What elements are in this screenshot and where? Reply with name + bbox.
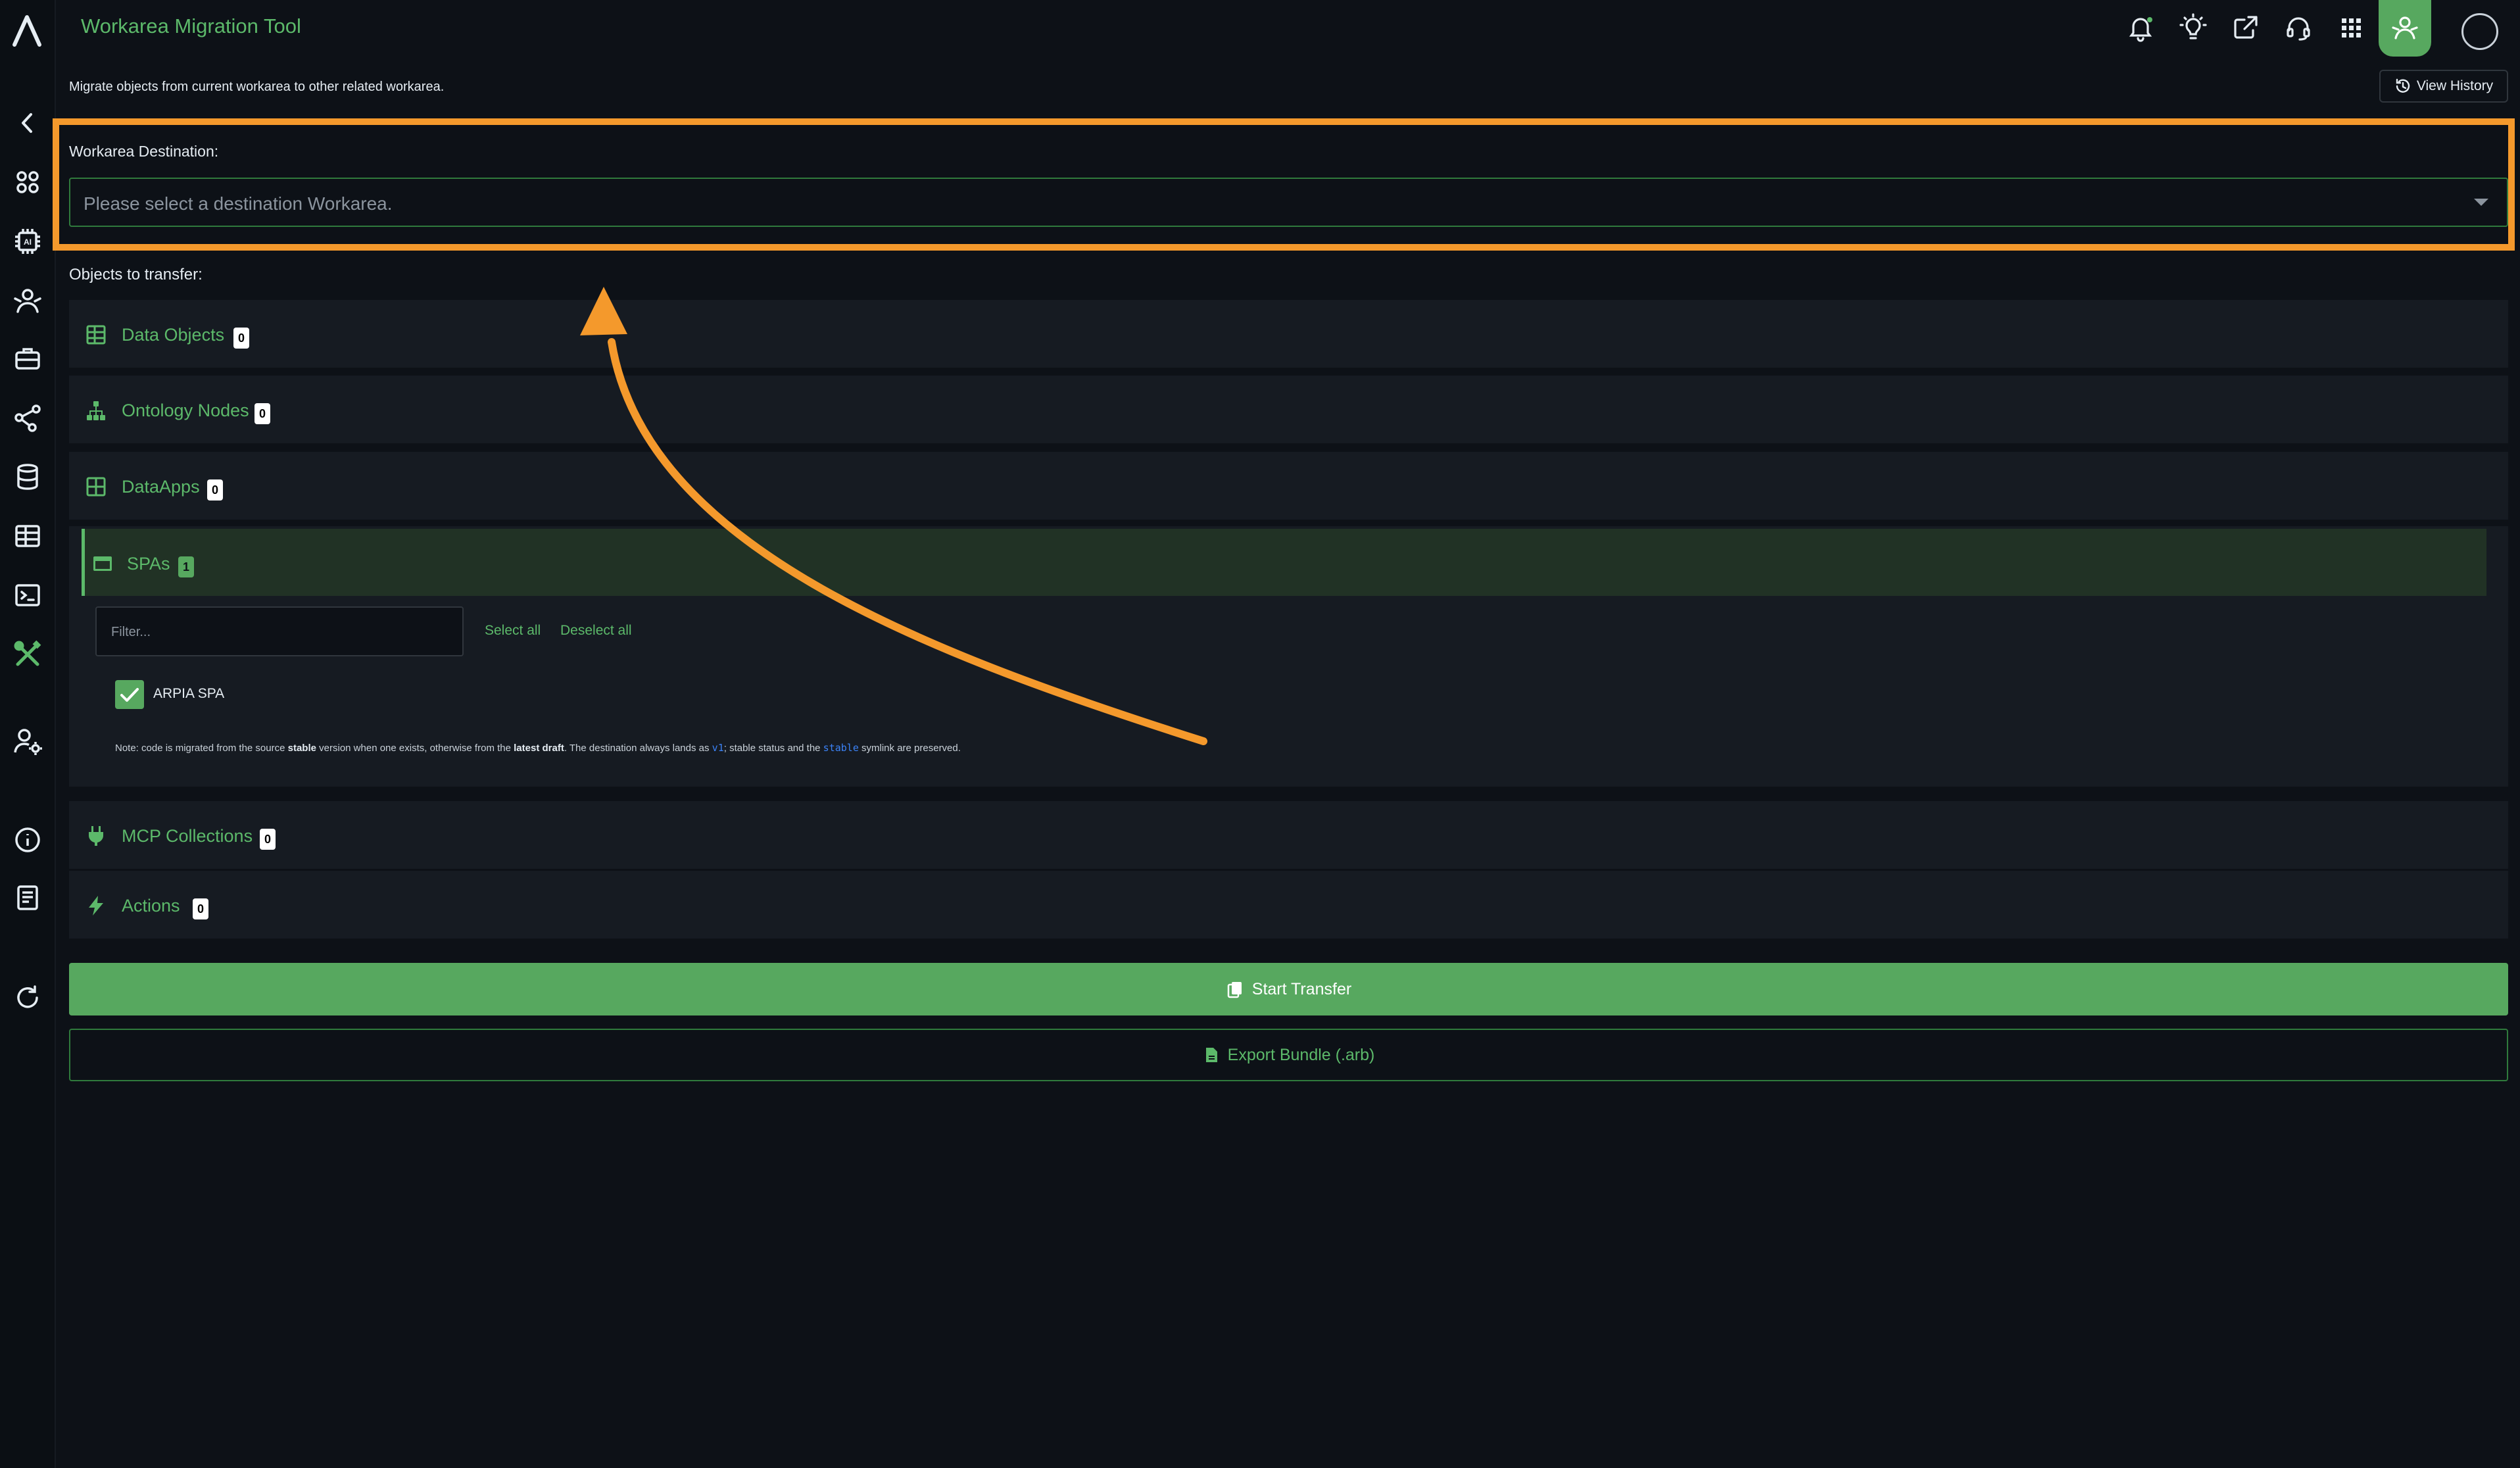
section-dataapps[interactable]: DataApps 0 — [69, 452, 2508, 520]
spa-checkbox[interactable] — [115, 680, 144, 709]
document-icon[interactable] — [12, 883, 43, 913]
highlight-box — [53, 118, 2515, 251]
count-badge: 0 — [193, 898, 208, 919]
topbar: Workarea Migration Tool — [55, 0, 2520, 59]
view-history-button[interactable]: View History — [2379, 70, 2508, 103]
window-icon — [91, 552, 114, 575]
select-all-link[interactable]: Select all — [485, 623, 541, 639]
share-icon[interactable] — [2231, 13, 2260, 42]
deselect-all-link[interactable]: Deselect all — [560, 623, 632, 639]
table-icon — [85, 324, 107, 346]
table-icon[interactable] — [12, 521, 43, 551]
refresh-icon[interactable] — [12, 983, 43, 1013]
objects-label: Objects to transfer: — [69, 266, 203, 283]
share-nodes-icon[interactable] — [12, 403, 43, 433]
apps-icon[interactable] — [12, 167, 43, 197]
page-subtitle: Migrate objects from current workarea to… — [69, 80, 445, 94]
count-badge: 1 — [178, 556, 194, 577]
sidebar: AI — [0, 0, 56, 1468]
file-icon — [1205, 1048, 1217, 1062]
user-icon[interactable] — [2379, 0, 2431, 57]
spas-header[interactable]: SPAs 1 — [82, 529, 2486, 596]
info-icon[interactable] — [12, 825, 43, 855]
logo-icon[interactable] — [9, 12, 45, 49]
lightbulb-icon[interactable] — [2179, 13, 2208, 42]
grid-icon[interactable] — [2337, 13, 2365, 42]
spa-filter-input[interactable]: Filter... — [95, 606, 464, 656]
svg-text:AI: AI — [24, 237, 32, 247]
avatar[interactable] — [2461, 13, 2498, 50]
section-title: Actions — [122, 896, 180, 916]
count-badge: 0 — [233, 328, 249, 349]
ai-chip-icon[interactable]: AI — [12, 226, 43, 257]
section-title: DataApps — [122, 477, 200, 497]
app-title: Workarea Migration Tool — [81, 14, 301, 37]
toolbox-icon[interactable] — [12, 343, 43, 374]
database-icon[interactable] — [12, 462, 43, 492]
count-badge: 0 — [254, 403, 270, 424]
spa-item-label: ARPIA SPA — [153, 686, 225, 701]
headset-icon[interactable] — [2284, 13, 2313, 42]
back-icon[interactable] — [12, 108, 43, 138]
section-title: SPAs — [127, 554, 170, 574]
section-title: Ontology Nodes — [122, 401, 249, 420]
count-badge: 0 — [207, 479, 223, 501]
table-icon — [85, 476, 107, 498]
migration-note: Note: code is migrated from the source s… — [115, 742, 961, 754]
section-ontology-nodes[interactable]: Ontology Nodes 0 — [69, 376, 2508, 443]
tools-icon[interactable] — [12, 639, 43, 670]
bell-icon[interactable] — [2126, 13, 2155, 42]
hierarchy-icon — [85, 399, 107, 422]
count-badge: 0 — [260, 829, 276, 850]
terminal-icon[interactable] — [12, 580, 43, 610]
user-settings-icon[interactable] — [12, 726, 43, 756]
section-title: MCP Collections — [122, 826, 253, 846]
user-network-icon[interactable] — [12, 285, 43, 316]
check-icon — [120, 688, 139, 702]
export-bundle-label: Export Bundle (.arb) — [1227, 1045, 1375, 1064]
filter-placeholder: Filter... — [111, 625, 151, 639]
section-data-objects[interactable]: Data Objects 0 — [69, 300, 2508, 368]
plug-icon — [85, 825, 107, 847]
copy-icon — [1227, 982, 1242, 998]
export-bundle-button[interactable]: Export Bundle (.arb) — [69, 1029, 2508, 1081]
section-actions[interactable]: Actions 0 — [69, 871, 2508, 939]
start-transfer-label: Start Transfer — [1251, 979, 1352, 998]
bolt-icon — [85, 894, 107, 917]
section-title: Data Objects — [122, 325, 225, 345]
start-transfer-button[interactable]: Start Transfer — [69, 963, 2508, 1015]
section-spas: SPAs 1 Filter... Select all Deselect all… — [69, 526, 2508, 787]
history-icon — [2396, 78, 2410, 93]
view-history-label: View History — [2416, 78, 2494, 93]
section-mcp-collections[interactable]: MCP Collections 0 — [69, 801, 2508, 869]
